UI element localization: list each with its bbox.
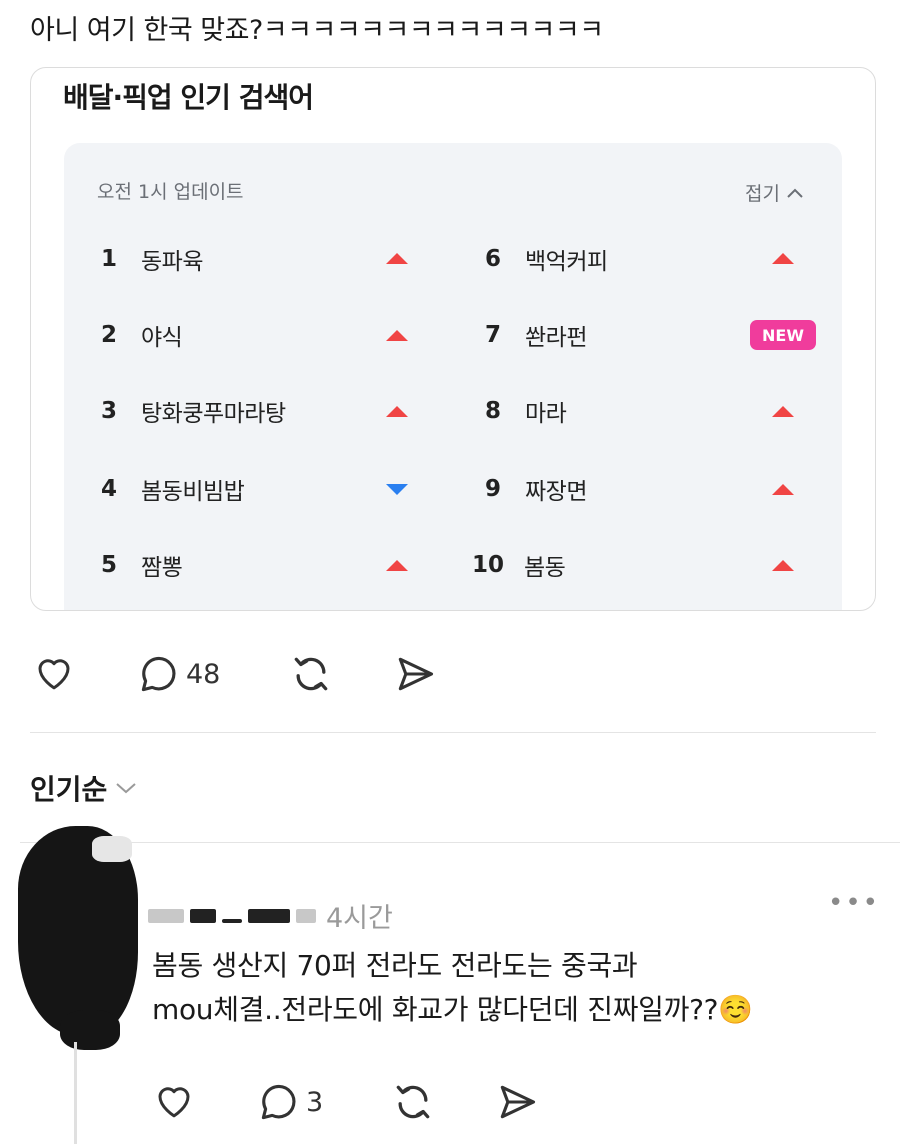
trend-up-icon [772, 406, 794, 417]
repost-button[interactable] [288, 652, 334, 696]
rank-term: 쏸라펀 [525, 325, 587, 351]
username-redaction [222, 918, 242, 923]
ranking-item[interactable]: 7 쏸라펀 [485, 315, 587, 355]
rank-number: 8 [485, 398, 502, 424]
rank-term: 마라 [525, 401, 567, 427]
heart-icon [158, 1087, 190, 1118]
reply-comment-count: 3 [306, 1086, 324, 1118]
rank-term: 탕화쿵푸마라탕 [141, 401, 286, 427]
username-redaction [248, 908, 290, 923]
share-button[interactable] [392, 652, 438, 696]
trend-up-icon [386, 330, 408, 341]
trend-up-icon [772, 560, 794, 571]
divider [20, 842, 900, 843]
trend-up-icon [772, 253, 794, 264]
divider [30, 732, 876, 733]
rank-term: 야식 [141, 325, 183, 351]
more-options-button[interactable]: ••• [828, 888, 880, 918]
rank-number: 9 [485, 476, 502, 502]
repost-icon [396, 1085, 430, 1119]
rank-number: 10 [472, 552, 505, 578]
thread-line [74, 1042, 77, 1144]
post-text: 아니 여기 한국 맞죠?ㅋㅋㅋㅋㅋㅋㅋㅋㅋㅋㅋㅋㅋㅋ [30, 15, 604, 46]
chevron-up-icon [787, 188, 803, 198]
ranking-item[interactable]: 9 짜장면 [485, 469, 587, 509]
reply-like-button[interactable] [152, 1080, 196, 1122]
reply-repost-button[interactable] [390, 1080, 436, 1124]
username-redaction [296, 908, 316, 923]
rank-number: 7 [485, 322, 502, 348]
rank-number: 6 [485, 246, 502, 272]
chevron-down-icon [116, 783, 136, 794]
update-time: 오전 1시 업데이트 [97, 181, 244, 203]
reply-text: 봄동 생산지 70퍼 전라도 전라도는 중국과 mou체결..전라도에 화교가 … [152, 944, 872, 1032]
rank-number: 1 [101, 246, 118, 272]
username-redaction [148, 908, 184, 923]
reply-time: 4시간 [326, 903, 393, 934]
ranking-item[interactable]: 8 마라 [485, 391, 567, 431]
avatar-redaction [60, 1010, 120, 1050]
trend-up-icon [386, 253, 408, 264]
rank-term: 동파육 [141, 249, 203, 275]
ranking-panel: 오전 1시 업데이트 접기 1 동파육 2 야식 3 탕화쿵푸마라탕 4 봄동비… [64, 143, 842, 610]
ranking-item[interactable]: 2 야식 [101, 315, 183, 355]
reply-text-line: mou체결..전라도에 화교가 많다던데 진짜일까??☺️ [152, 993, 753, 1026]
repost-icon [294, 657, 328, 691]
trend-up-icon [386, 560, 408, 571]
ranking-item[interactable]: 6 백억커피 [485, 239, 608, 279]
ranking-item[interactable]: 1 동파육 [101, 239, 203, 279]
sort-label: 인기순 [30, 773, 108, 806]
reply-comment-button[interactable]: 3 [256, 1080, 323, 1124]
rank-term: 짜장면 [525, 479, 587, 505]
fold-label: 접기 [745, 183, 780, 205]
sort-dropdown[interactable]: 인기순 [30, 768, 137, 808]
comment-icon [141, 656, 176, 692]
search-ranking-card[interactable]: 배달·픽업 인기 검색어 오전 1시 업데이트 접기 1 동파육 2 야식 3 … [30, 67, 876, 611]
comment-icon [261, 1084, 296, 1120]
ranking-item[interactable]: 5 짬뽕 [101, 545, 183, 585]
rank-number: 2 [101, 322, 118, 348]
rank-term: 백억커피 [525, 249, 608, 275]
rank-number: 5 [101, 552, 118, 578]
like-button[interactable] [32, 652, 76, 694]
rank-number: 4 [101, 476, 118, 502]
comment-button[interactable]: 48 [136, 652, 220, 696]
reply-share-button[interactable] [494, 1080, 540, 1124]
send-icon [500, 1085, 536, 1119]
ranking-item[interactable]: 10 봄동 [472, 545, 566, 585]
comment-count: 48 [186, 658, 221, 690]
redaction-mark [92, 836, 132, 862]
ranking-item[interactable]: 3 탕화쿵푸마라탕 [101, 391, 286, 431]
rank-term: 짬뽕 [141, 555, 183, 581]
reply-username[interactable]: 4시간 [148, 896, 393, 935]
rank-number: 3 [101, 398, 118, 424]
rank-term: 봄동비빔밥 [141, 479, 245, 505]
card-title: 배달·픽업 인기 검색어 [63, 81, 314, 114]
reply-text-line: 봄동 생산지 70퍼 전라도 전라도는 중국과 [152, 949, 638, 982]
trend-up-icon [386, 406, 408, 417]
new-badge: NEW [750, 320, 816, 350]
username-redaction [190, 908, 216, 923]
trend-down-icon [386, 484, 408, 495]
fold-button[interactable]: 접기 [745, 179, 804, 206]
send-icon [398, 657, 434, 691]
ranking-item[interactable]: 4 봄동비빔밥 [101, 469, 245, 509]
heart-icon [38, 659, 70, 690]
rank-term: 봄동 [524, 555, 566, 581]
trend-up-icon [772, 484, 794, 495]
